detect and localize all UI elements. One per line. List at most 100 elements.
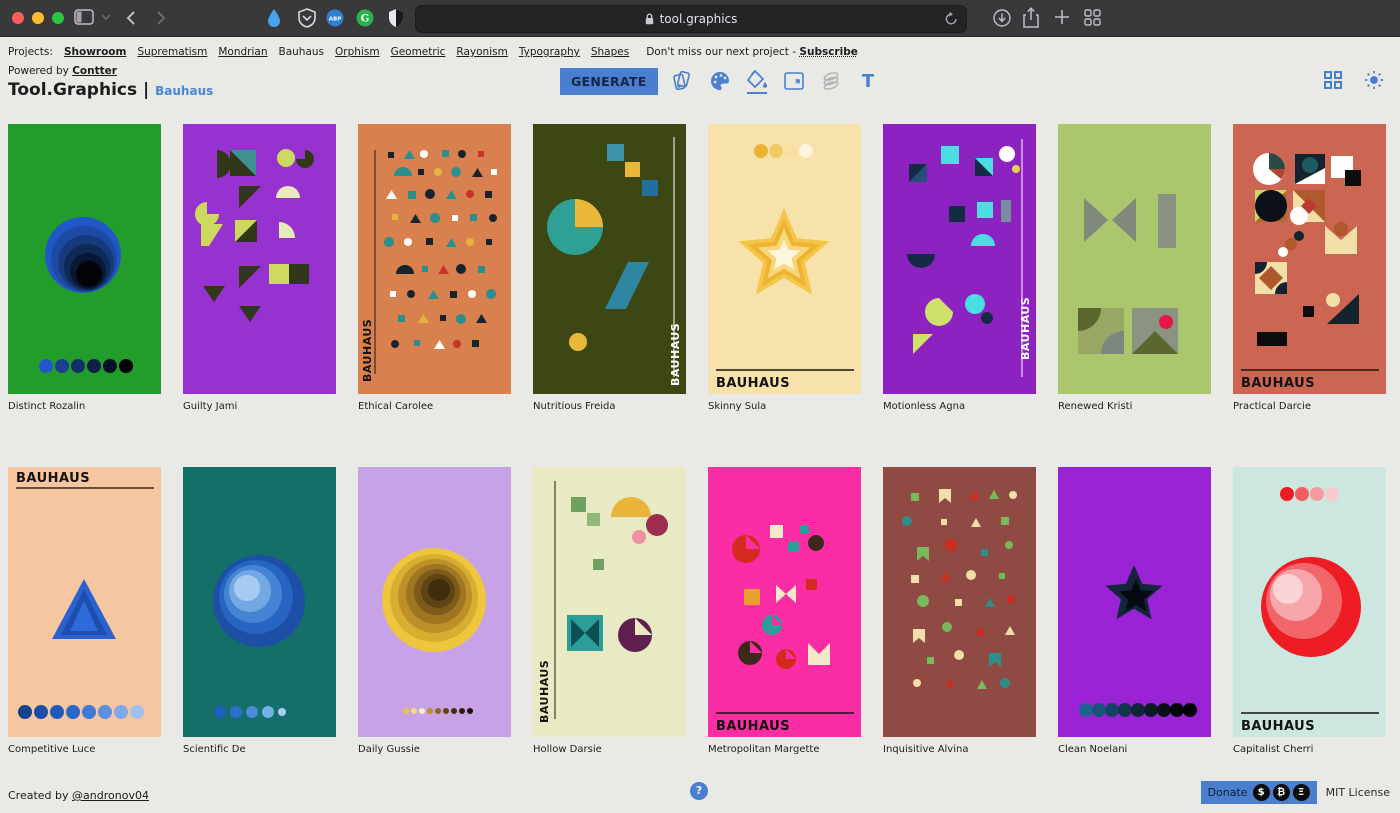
zoom-window-button[interactable] bbox=[52, 12, 64, 24]
subscribe-link[interactable]: Subscribe bbox=[799, 46, 857, 58]
poster-card[interactable]: BAUHAUS Competitive Luce bbox=[8, 467, 161, 755]
view-controls bbox=[1321, 70, 1386, 90]
poster-name: Metropolitan Margette bbox=[708, 744, 861, 755]
poster-card[interactable]: Daily Gussie bbox=[358, 467, 511, 755]
created-by: Created by @andronov04 bbox=[8, 789, 149, 802]
poster-card[interactable]: Clean Noelani bbox=[1058, 467, 1211, 755]
poster-name: Distinct Rozalin bbox=[8, 401, 161, 412]
donate-coins: $₿Ξ bbox=[1253, 784, 1310, 801]
poster-card[interactable]: BAUHAUS Skinny Sula bbox=[708, 124, 861, 412]
svg-text:BAUHAUS: BAUHAUS bbox=[716, 376, 790, 391]
poster-name: Ethical Carolee bbox=[358, 401, 511, 412]
grammarly-extension-icon[interactable]: G bbox=[356, 9, 374, 27]
close-window-button[interactable] bbox=[12, 12, 24, 24]
poster-name: Skinny Sula bbox=[708, 401, 861, 412]
sidebar-toggle-icon[interactable] bbox=[74, 9, 94, 25]
poster-card[interactable]: BAUHAUS Nutritious Freida bbox=[533, 124, 686, 412]
water-drop-extension-icon[interactable] bbox=[266, 8, 282, 28]
poster-card[interactable]: BAUHAUSPractical Darcie bbox=[1233, 124, 1386, 412]
new-tab-button[interactable] bbox=[1054, 9, 1070, 25]
donate-coin-1[interactable]: ₿ bbox=[1273, 784, 1290, 801]
donate-coin-0[interactable]: $ bbox=[1253, 784, 1270, 801]
reload-icon[interactable] bbox=[945, 11, 958, 26]
address-bar[interactable]: tool.graphics bbox=[415, 5, 967, 33]
poster-art bbox=[183, 467, 336, 737]
minimize-window-button[interactable] bbox=[32, 12, 44, 24]
share-button[interactable] bbox=[1023, 7, 1039, 28]
frame-resize-icon[interactable] bbox=[782, 68, 806, 92]
projects-label: Projects: bbox=[8, 46, 53, 58]
nav-link-orphism[interactable]: Orphism bbox=[335, 46, 380, 58]
svg-text:BAUHAUS: BAUHAUS bbox=[361, 319, 374, 382]
nav-link-shapes[interactable]: Shapes bbox=[591, 46, 629, 58]
downloads-button[interactable] bbox=[993, 9, 1011, 27]
poster-card[interactable]: Guilty Jami bbox=[183, 124, 336, 412]
poster-name: Practical Darcie bbox=[1233, 401, 1386, 412]
nav-link-showroom[interactable]: Showroom bbox=[64, 46, 127, 58]
poster-card[interactable]: BAUHAUS Ethical Carolee bbox=[358, 124, 511, 412]
poster-art: BAUHAUS bbox=[708, 467, 861, 737]
poster-art: BAUHAUS bbox=[708, 124, 861, 394]
poster-name: Competitive Luce bbox=[8, 744, 161, 755]
license-text: MIT License bbox=[1326, 786, 1390, 799]
toolbar: GENERATE T bbox=[560, 68, 880, 95]
author-link[interactable]: @andronov04 bbox=[72, 789, 149, 802]
contter-link[interactable]: Contter bbox=[72, 65, 117, 77]
browser-chrome: ABP G tool.graphics bbox=[0, 0, 1400, 37]
lock-icon bbox=[645, 13, 654, 25]
poster-art bbox=[8, 124, 161, 394]
promo-text: Don't miss our next project - bbox=[646, 46, 796, 58]
nav-link-typography[interactable]: Typography bbox=[519, 46, 580, 58]
donate-coin-2[interactable]: Ξ bbox=[1293, 784, 1310, 801]
poster-name: Daily Gussie bbox=[358, 744, 511, 755]
nav-link-mondrian[interactable]: Mondrian bbox=[218, 46, 267, 58]
poster-name: Capitalist Cherri bbox=[1233, 744, 1386, 755]
grid-view-icon[interactable] bbox=[1321, 70, 1345, 90]
poster-art: BAUHAUS bbox=[8, 467, 161, 737]
shield-extension-icon[interactable] bbox=[298, 8, 316, 28]
generate-button[interactable]: GENERATE bbox=[560, 68, 658, 95]
brightness-icon[interactable] bbox=[1362, 70, 1386, 90]
poster-card[interactable]: Inquisitive Alvina bbox=[883, 467, 1036, 755]
poster-grid: Distinct RozalinGuilty JamiBAUHAUSEthica… bbox=[0, 100, 1400, 755]
fill-bucket-icon[interactable] bbox=[745, 68, 769, 94]
poster-card[interactable]: BAUHAUS Metropolitan Margette bbox=[708, 467, 861, 755]
sidebar-chevron-icon[interactable] bbox=[101, 14, 111, 21]
poster-card[interactable]: Scientific De bbox=[183, 467, 336, 755]
powered-prefix: Powered by bbox=[8, 65, 69, 77]
nav-link-rayonism[interactable]: Rayonism bbox=[456, 46, 507, 58]
svg-text:BAUHAUS: BAUHAUS bbox=[538, 660, 551, 723]
tab-overview-button[interactable] bbox=[1084, 9, 1101, 26]
svg-text:G: G bbox=[361, 14, 370, 25]
half-shield-extension-icon[interactable] bbox=[388, 8, 404, 28]
back-button[interactable] bbox=[126, 10, 136, 26]
created-prefix: Created by bbox=[8, 789, 69, 802]
poster-card[interactable]: BAUHAUS Hollow Darsie bbox=[533, 467, 686, 755]
swatch-cards-icon[interactable] bbox=[671, 68, 695, 92]
coins-icon[interactable] bbox=[819, 68, 843, 92]
forward-button[interactable] bbox=[156, 10, 166, 26]
poster-art: BAUHAUS bbox=[533, 124, 686, 394]
nav-link-bauhaus[interactable]: Bauhaus bbox=[279, 46, 325, 58]
svg-text:BAUHAUS: BAUHAUS bbox=[669, 323, 682, 386]
title-text: Tool.Graphics | bbox=[8, 80, 149, 100]
donate-label: Donate bbox=[1208, 786, 1248, 799]
nav-link-geometric[interactable]: Geometric bbox=[391, 46, 446, 58]
donate-button[interactable]: Donate $₿Ξ bbox=[1201, 781, 1317, 804]
poster-card[interactable]: Renewed Kristi bbox=[1058, 124, 1211, 412]
poster-art bbox=[358, 467, 511, 737]
title-subtitle: Bauhaus bbox=[155, 84, 213, 98]
abp-extension-icon[interactable]: ABP bbox=[326, 9, 344, 27]
help-button[interactable]: ? bbox=[690, 782, 708, 800]
poster-card[interactable]: Distinct Rozalin bbox=[8, 124, 161, 412]
poster-card[interactable]: BAUHAUSMotionless Agna bbox=[883, 124, 1036, 412]
poster-name: Hollow Darsie bbox=[533, 744, 686, 755]
palette-icon[interactable] bbox=[708, 68, 732, 92]
poster-art: BAUHAUS bbox=[1233, 467, 1386, 737]
poster-name: Nutritious Freida bbox=[533, 401, 686, 412]
nav-link-suprematism[interactable]: Suprematism bbox=[137, 46, 207, 58]
text-tool-icon[interactable]: T bbox=[856, 68, 880, 92]
projects-nav: Projects: Showroom Suprematism Mondrian Bau… bbox=[0, 37, 1400, 58]
svg-text:BAUHAUS: BAUHAUS bbox=[716, 719, 790, 734]
poster-card[interactable]: BAUHAUS Capitalist Cherri bbox=[1233, 467, 1386, 755]
